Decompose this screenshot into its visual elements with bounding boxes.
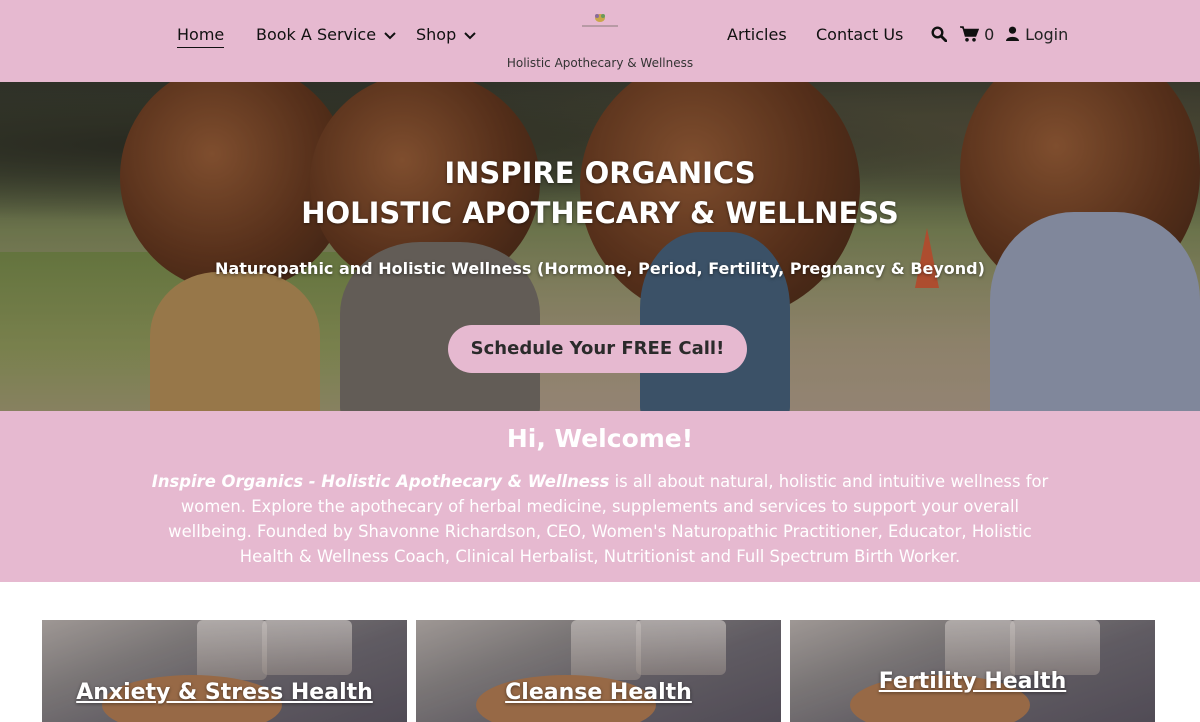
card-fertility[interactable]: Fertility Health	[790, 620, 1155, 722]
nav-shop-label: Shop	[416, 25, 457, 44]
nav-book-a-service-label: Book A Service	[256, 25, 377, 44]
nav-book-a-service[interactable]: Book A Service	[256, 24, 396, 46]
welcome-heading: Hi, Welcome!	[506, 424, 694, 453]
user-icon	[1006, 26, 1019, 41]
card-image	[42, 620, 407, 722]
search-icon[interactable]	[931, 26, 947, 42]
welcome-text: Inspire Organics - Holistic Apothecary &…	[140, 469, 1060, 569]
nav-articles[interactable]: Articles	[727, 24, 787, 46]
cart-button[interactable]: 0	[960, 24, 994, 46]
card-anxiety-stress[interactable]: Anxiety & Stress Health	[42, 620, 407, 722]
welcome-section: Hi, Welcome! Inspire Organics - Holistic…	[0, 411, 1200, 582]
card-title[interactable]: Fertility Health	[790, 669, 1155, 694]
cart-count: 0	[984, 25, 995, 44]
hero-title: INSPIRE ORGANICS HOLISTIC APOTHECARY & W…	[0, 153, 1200, 233]
hero-subtitle: Naturopathic and Holistic Wellness (Horm…	[215, 259, 985, 278]
card-image	[416, 620, 781, 722]
card-title[interactable]: Anxiety & Stress Health	[42, 680, 407, 705]
nav-contact-us[interactable]: Contact Us	[816, 24, 903, 46]
card-title[interactable]: Cleanse Health	[416, 680, 781, 705]
site-header: Home Book A Service Shop Holistic Apothe…	[0, 0, 1200, 82]
hero-title-line1: INSPIRE ORGANICS	[444, 156, 756, 190]
hero-banner: INSPIRE ORGANICS HOLISTIC APOTHECARY & W…	[0, 82, 1200, 411]
nav-home[interactable]: Home	[177, 24, 225, 48]
card-cleanse[interactable]: Cleanse Health	[416, 620, 781, 722]
login-label: Login	[1025, 25, 1069, 44]
cart-icon	[960, 26, 980, 42]
brand-logo[interactable]	[578, 10, 622, 30]
login-button[interactable]: Login	[1005, 24, 1068, 46]
chevron-down-icon	[464, 31, 477, 39]
chevron-down-icon	[384, 31, 396, 39]
hero-title-line2: HOLISTIC APOTHECARY & WELLNESS	[301, 196, 899, 230]
site-tagline: Holistic Apothecary & Wellness	[506, 56, 694, 70]
nav-shop[interactable]: Shop	[416, 24, 477, 46]
welcome-brand-name: Inspire Organics - Holistic Apothecary &…	[151, 472, 610, 491]
schedule-call-button[interactable]: Schedule Your FREE Call!	[448, 325, 747, 373]
